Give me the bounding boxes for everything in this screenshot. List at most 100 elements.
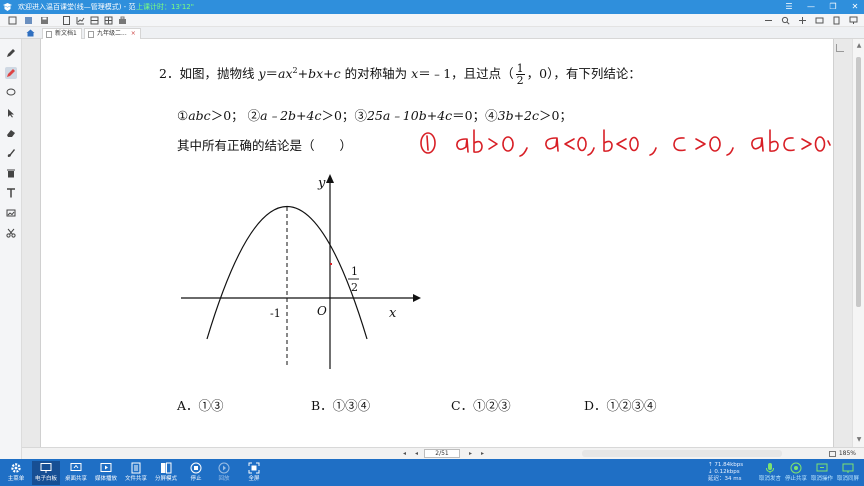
- ink-stroke: [673, 137, 686, 152]
- last-page-icon[interactable]: ▸: [478, 448, 487, 459]
- fullscreen-label: 全屏: [248, 476, 260, 482]
- text-tool-icon[interactable]: [5, 187, 17, 199]
- scroll-down-icon[interactable]: ▼: [855, 436, 863, 444]
- maximize-button[interactable]: ❐: [828, 2, 838, 12]
- desktop-share-icon: [70, 463, 82, 471]
- main-toolbar: [0, 14, 864, 27]
- fit-width-icon[interactable]: [815, 16, 824, 25]
- scroll-up-icon[interactable]: ▲: [855, 42, 863, 50]
- cancel-sync-button[interactable]: 取消同屏: [834, 461, 862, 485]
- eq-y: y: [258, 66, 266, 81]
- zoom-value: 185%: [838, 450, 856, 457]
- question-prompt: 其中所有正确的结论是（ ）: [177, 138, 353, 153]
- ink-stroke: [726, 147, 734, 156]
- whiteboard-button[interactable]: 电子白板: [32, 461, 60, 485]
- tab-close-icon[interactable]: ×: [131, 30, 136, 37]
- conclusion-3-mark: ③: [354, 108, 367, 123]
- scrollbar-thumb[interactable]: [856, 57, 861, 307]
- save-icon[interactable]: [40, 16, 49, 25]
- toolbox-icon[interactable]: [118, 16, 127, 25]
- fullscreen-button[interactable]: 全屏: [240, 461, 268, 485]
- page-corner-mark: [836, 44, 844, 52]
- network-latency: 延迟：34 ms: [708, 476, 742, 482]
- cancel-speak-button[interactable]: 取消发言: [756, 461, 784, 485]
- eq-plus: +: [297, 66, 309, 81]
- search-icon[interactable]: [781, 16, 790, 25]
- control-icon: [816, 463, 828, 472]
- main-menu-button[interactable]: 主菜单: [2, 461, 30, 485]
- conclusion-1-mark: ①: [177, 108, 189, 123]
- stop-share-label: 停止共享: [784, 476, 807, 482]
- brush-tool-icon[interactable]: [5, 147, 17, 159]
- split-screen-label: 分屏模式: [154, 476, 177, 482]
- highlighter-tool-icon[interactable]: [5, 67, 17, 79]
- user-menu-icon[interactable]: ☰: [784, 2, 794, 12]
- whiteboard-icon: [40, 463, 52, 473]
- ink-stroke: [695, 138, 706, 150]
- close-button[interactable]: ✕: [850, 2, 860, 12]
- media-play-button[interactable]: 媒体播放: [92, 461, 120, 485]
- stop-button[interactable]: 停止: [182, 461, 210, 485]
- open-file-icon[interactable]: [24, 16, 33, 25]
- trash-tool-icon[interactable]: [5, 167, 17, 179]
- scissors-tool-icon[interactable]: [5, 227, 17, 239]
- replay-icon: [218, 462, 230, 474]
- pen-tool-icon[interactable]: [5, 47, 17, 59]
- stop-share-button[interactable]: 停止共享: [782, 461, 810, 485]
- home-icon[interactable]: [26, 29, 35, 37]
- question-suffix: ，0），有下列结论：: [526, 66, 641, 81]
- eraser-tool-icon[interactable]: [5, 127, 17, 139]
- tab-new-document[interactable]: 新文档1: [42, 28, 82, 39]
- file-share-label: 文件共享: [124, 476, 147, 482]
- eq-ax: ax: [278, 66, 293, 81]
- replay-label: 回放: [218, 476, 230, 482]
- stop-share-icon: [790, 462, 802, 474]
- app-window: 欢迎进入温百课堂(线—管理模式) - 范 上课计时：13'12" ☰ — ❐ ✕: [0, 0, 864, 486]
- ink-stroke: [473, 129, 483, 153]
- cancel-control-button[interactable]: 取消操作: [808, 461, 836, 485]
- layout-icon[interactable]: [90, 16, 99, 25]
- network-stats: ↑ 71.84kbps ↓ 0.12kbps 延迟：34 ms: [708, 462, 743, 483]
- document-icon: [88, 31, 94, 38]
- prev-page-icon[interactable]: ◂: [412, 448, 421, 459]
- ink-stroke: [616, 138, 627, 150]
- screen-sync-icon: [842, 463, 854, 473]
- conclusion-2-expr: a﹣2b+4c: [260, 108, 322, 123]
- desktop-share-button[interactable]: 桌面共享: [62, 461, 90, 485]
- page-icon[interactable]: [62, 16, 71, 25]
- x-axis-arrow: [413, 294, 421, 302]
- ink-stroke: [629, 136, 639, 152]
- grid-icon[interactable]: [104, 16, 113, 25]
- new-file-icon[interactable]: [8, 16, 17, 25]
- option-a: A．①③: [177, 398, 224, 413]
- page-number-input[interactable]: 2/51: [424, 449, 460, 458]
- document-icon: [46, 31, 52, 38]
- zoom-level[interactable]: 185%: [828, 448, 856, 459]
- minimize-button[interactable]: —: [806, 2, 816, 12]
- document-view: 2．如图，抛物线 y＝ax2+bx+c 的对称轴为 x＝﹣1，且过点（ 1 2 ，0）…: [22, 39, 852, 447]
- tab-grade9-doc[interactable]: 九年级二... ×: [84, 28, 141, 39]
- chart-icon[interactable]: [76, 16, 85, 25]
- ink-stroke: [801, 138, 812, 150]
- x-axis-label: x: [389, 306, 397, 321]
- download-speed: ↓ 0.12kbps: [708, 469, 740, 475]
- cancel-sync-label: 取消同屏: [836, 476, 859, 482]
- neg-one-label: -1: [270, 307, 281, 320]
- first-page-icon[interactable]: ◂: [400, 448, 409, 459]
- vertical-scrollbar[interactable]: ▲ ▼: [852, 39, 864, 447]
- image-tool-icon[interactable]: [5, 207, 17, 219]
- screen-icon[interactable]: [849, 16, 858, 25]
- eq-equals: ＝: [265, 66, 279, 81]
- lasso-tool-icon[interactable]: [5, 87, 17, 99]
- fullscreen-icon: [248, 462, 260, 474]
- left-tool-strip: [0, 39, 22, 459]
- zoom-in-icon[interactable]: [798, 16, 807, 25]
- horizontal-scrollbar[interactable]: [582, 450, 782, 457]
- zoom-out-icon[interactable]: [764, 16, 773, 25]
- fit-page-icon[interactable]: [832, 16, 841, 25]
- replay-button[interactable]: 回放: [210, 461, 238, 485]
- next-page-icon[interactable]: ▸: [466, 448, 475, 459]
- file-share-button[interactable]: 文件共享: [122, 461, 150, 485]
- split-screen-button[interactable]: 分屏模式: [152, 461, 180, 485]
- pointer-tool-icon[interactable]: [5, 107, 17, 119]
